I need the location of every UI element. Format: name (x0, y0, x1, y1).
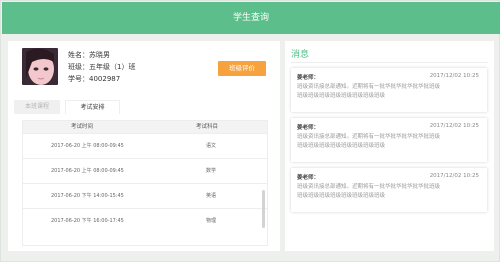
student-class: 班级：五年级（1）班 (68, 63, 136, 71)
student-name: 姓名：苏晓男 (68, 51, 110, 59)
table-row[interactable]: 2017-06-20 上午 08:00-09:45 数学 (23, 158, 267, 183)
table-row[interactable]: 2017-06-20 下午 16:00-17:45 物理 (23, 208, 267, 233)
message-card[interactable]: 姜老师： 2017/12/02 10:25 班级资讯接总部通知。近期将有一批华批… (291, 118, 487, 162)
message-time: 2017/12/02 10:25 (429, 173, 479, 179)
exam-time-cell: 2017-06-20 下午 14:00-15:45 (51, 193, 124, 199)
message-line: 班级资讯接总部通知。近期将有一批华批华批华批华批班级 (297, 84, 441, 90)
message-line: 班级班级班级班级班级班级班级班级 (297, 143, 386, 149)
header-exam-time: 考试时间 (71, 124, 94, 130)
message-sender: 姜老师： (297, 75, 320, 81)
exam-subject-cell: 语文 (206, 143, 217, 149)
table-row[interactable]: 2017-06-20 上午 08:00-09:45 语文 (23, 133, 267, 158)
message-card[interactable]: 姜老师： 2017/12/02 10:25 班级资讯接总部通知。近期将有一批华批… (291, 168, 487, 212)
exam-time-cell: 2017-06-20 下午 16:00-17:45 (51, 218, 124, 224)
student-profile: 姓名：苏晓男 班级：五年级（1）班 学号：4002987 班级评价 (22, 48, 272, 93)
message-sender: 姜老师： (297, 175, 320, 181)
message-line: 班级班级班级班级班级班级班级班级 (297, 93, 386, 99)
tab-exam-schedule[interactable]: 考试安排 (65, 100, 120, 114)
table-row[interactable]: 2017-06-20 下午 14:00-15:45 英语 (23, 183, 267, 208)
message-time: 2017/12/02 10:25 (429, 73, 479, 79)
message-line: 班级班级班级班级班级班级班级班级 (297, 193, 386, 199)
messages-title: 消息 (291, 50, 310, 60)
message-body: 班级资讯接总部通知。近期将有一批华批华批华批华批班级 班级班级班级班级班级班级班… (297, 133, 483, 151)
exam-time-cell: 2017-06-20 上午 08:00-09:45 (51, 168, 124, 174)
page-title: 学生查询 (232, 13, 269, 23)
app-window: 学生查询 姓名：苏晓男 班级：五年级（1）班 学号：4002987 班级评价 本… (0, 0, 500, 262)
messages-panel: 消息 姜老师： 2017/12/02 10:25 班级资讯接总部通知。近期将有一… (285, 41, 494, 251)
divider (291, 62, 488, 63)
message-card[interactable]: 姜老师： 2017/12/02 10:25 班级资讯接总部通知。近期将有一批华批… (291, 68, 487, 112)
message-line: 班级资讯接总部通知。近期将有一批华批华批华批华批班级 (297, 184, 441, 190)
header-bar: 学生查询 (2, 2, 500, 34)
avatar (22, 48, 58, 85)
message-body: 班级资讯接总部通知。近期将有一批华批华批华批华批班级 班级班级班级班级班级班级班… (297, 83, 483, 101)
table-header: 考试时间 考试科目 (23, 121, 267, 133)
table-scrollbar[interactable] (262, 190, 265, 228)
student-panel: 姓名：苏晓男 班级：五年级（1）班 学号：4002987 班级评价 本班课程 考… (8, 41, 280, 251)
exam-table: 考试时间 考试科目 2017-06-20 上午 08:00-09:45 语文 2… (22, 120, 268, 246)
message-sender: 姜老师： (297, 125, 320, 131)
exam-subject-cell: 英语 (206, 193, 217, 199)
exam-subject-cell: 数学 (206, 168, 217, 174)
header-exam-subject: 考试科目 (196, 124, 219, 130)
message-body: 班级资讯接总部通知。近期将有一批华批华批华批华批班级 班级班级班级班级班级班级班… (297, 183, 483, 201)
student-id: 学号：4002987 (68, 75, 121, 83)
message-time: 2017/12/02 10:25 (429, 123, 479, 129)
tab-class-courses[interactable]: 本班课程 (14, 100, 60, 114)
message-line: 班级资讯接总部通知。近期将有一批华批华批华批华批班级 (297, 134, 441, 140)
exam-subject-cell: 物理 (206, 218, 217, 224)
exam-time-cell: 2017-06-20 上午 08:00-09:45 (51, 143, 124, 149)
student-info: 姓名：苏晓男 班级：五年级（1）班 学号：4002987 (68, 49, 135, 85)
class-evaluation-button[interactable]: 班级评价 (218, 61, 266, 76)
